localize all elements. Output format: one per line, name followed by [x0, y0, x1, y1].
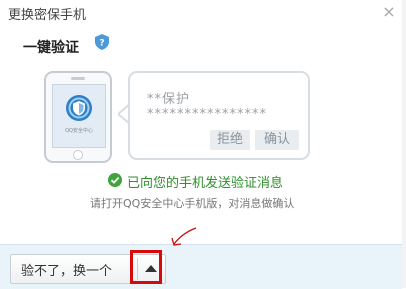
phone-home-button: [73, 150, 83, 160]
reject-button: 拒绝: [210, 130, 250, 150]
section-heading: 一键验证: [23, 40, 79, 56]
phone-earpiece: [71, 77, 85, 80]
svg-text:?: ?: [99, 39, 104, 49]
confirm-button: 确认: [255, 130, 299, 150]
close-icon[interactable]: ×: [380, 2, 398, 22]
dialog-footer: 验不了，换一个: [0, 244, 402, 289]
phone-screen-caption: QQ安全中心: [65, 128, 93, 134]
check-circle-icon: [108, 173, 122, 187]
hint-text: 请打开QQ安全中心手机版，对消息做确认: [90, 197, 295, 210]
window-edge: [402, 0, 406, 288]
phone-illustration: QQ安全中心: [44, 71, 112, 163]
verify-dialog: 更换密保手机 × 一键验证 ? QQ安全中心 **保护 ************…: [0, 0, 403, 289]
dialog-title: 更换密保手机: [8, 8, 87, 23]
message-line-2: ****************: [147, 107, 267, 122]
message-line-1: **保护: [147, 92, 191, 107]
annotation-arrow-icon: [171, 227, 197, 246]
switch-method-label: 验不了，换一个: [21, 264, 113, 279]
message-bubble: **保护 **************** 拒绝 确认: [128, 71, 310, 160]
phone-screen: QQ安全中心: [52, 84, 106, 148]
qq-security-logo-icon: [66, 95, 92, 121]
annotation-highlight-box: [130, 250, 162, 284]
status-text: 已向您的手机发送验证消息: [127, 176, 284, 191]
shield-help-icon[interactable]: ?: [95, 34, 109, 50]
